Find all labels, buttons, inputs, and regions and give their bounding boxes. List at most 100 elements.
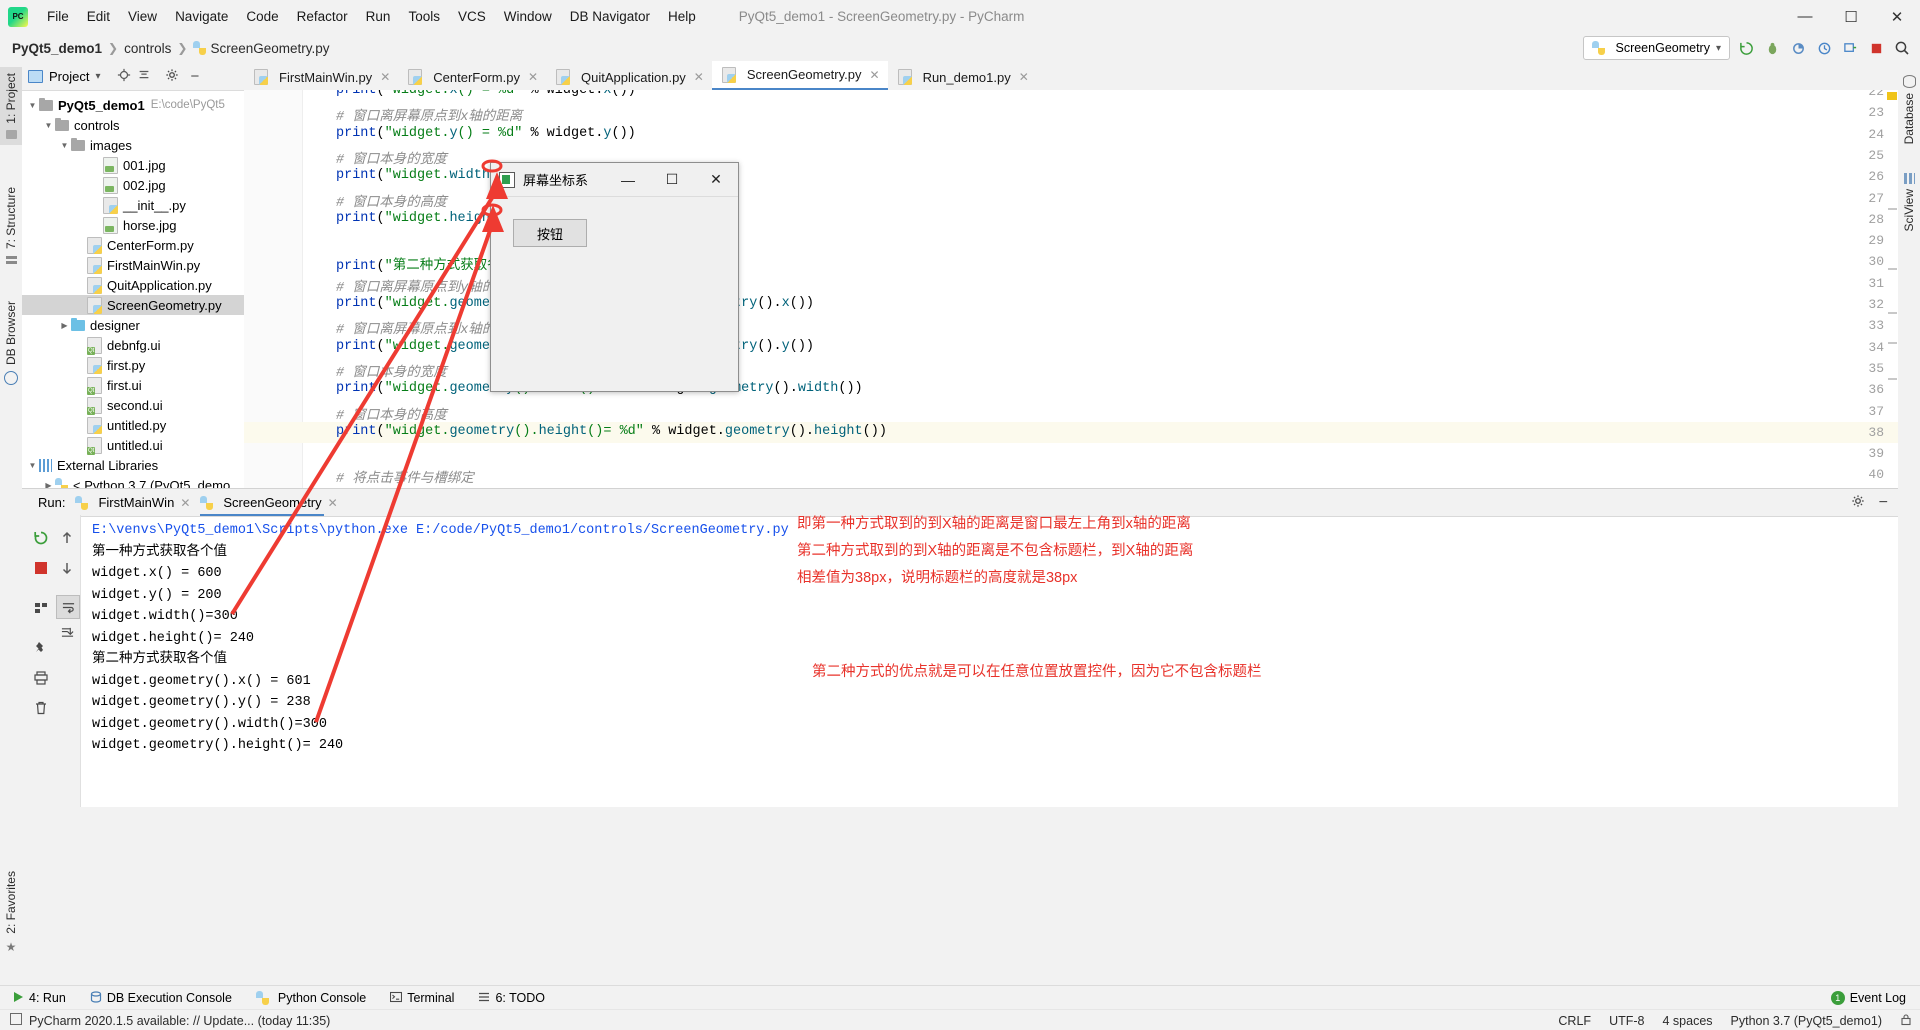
run-tab-firstmainwin[interactable]: FirstMainWin ✕ (75, 490, 190, 516)
encoding-indicator[interactable]: UTF-8 (1609, 1014, 1644, 1028)
bottom-item-db-execution-console[interactable]: DB Execution Console (78, 990, 244, 1006)
menu-item-code[interactable]: Code (237, 6, 287, 27)
interpreter-indicator[interactable]: Python 3.7 (PyQt5_demo1) (1731, 1014, 1882, 1028)
change-marker[interactable] (1888, 208, 1897, 210)
editor-tab-quitapplication-py[interactable]: QuitApplication.py ✕ (546, 64, 712, 90)
gear-icon[interactable] (165, 68, 179, 85)
tree-item-controls[interactable]: ▼ controls (22, 115, 244, 135)
breadcrumb-folder[interactable]: controls (124, 41, 171, 56)
pin-icon[interactable] (30, 637, 52, 659)
line-separator-indicator[interactable]: CRLF (1558, 1014, 1591, 1028)
sidebar-item-db-browser[interactable]: DB Browser (0, 295, 22, 391)
editor-tab-centerform-py[interactable]: CenterForm.py ✕ (398, 64, 547, 90)
tree-item-001-jpg[interactable]: 001.jpg (22, 155, 244, 175)
breadcrumb-project[interactable]: PyQt5_demo1 (12, 41, 102, 56)
run-tab-screengeometry[interactable]: ScreenGeometry ✕ (200, 490, 338, 516)
editor-scroll-markers[interactable] (1886, 90, 1898, 488)
stop-icon[interactable] (30, 557, 52, 579)
tree-item-untitled-ui[interactable]: untitled.ui (22, 435, 244, 455)
change-marker[interactable] (1888, 312, 1897, 314)
tree-item-second-ui[interactable]: second.ui (22, 395, 244, 415)
tree-item-debnfg-ui[interactable]: debnfg.ui (22, 335, 244, 355)
tree-item-centerform-py[interactable]: CenterForm.py (22, 235, 244, 255)
close-button[interactable]: ✕ (1874, 0, 1920, 33)
run-configuration-selector[interactable]: ScreenGeometry ▾ (1583, 36, 1730, 60)
editor-tab-screengeometry-py[interactable]: ScreenGeometry.py ✕ (711, 61, 888, 90)
hide-panel-icon[interactable]: − (1879, 494, 1888, 510)
indent-indicator[interactable]: 4 spaces (1662, 1014, 1712, 1028)
tree-item-images[interactable]: ▼ images (22, 135, 244, 155)
change-marker[interactable] (1888, 342, 1897, 344)
menu-item-navigate[interactable]: Navigate (166, 6, 237, 27)
down-arrow-icon[interactable] (56, 557, 78, 579)
search-everywhere-icon[interactable] (1892, 38, 1912, 58)
qt-maximize-button[interactable]: ☐ (650, 164, 694, 196)
close-icon[interactable]: ✕ (328, 496, 338, 510)
rerun-icon[interactable] (1736, 38, 1756, 58)
chevron-down-icon[interactable]: ▾ (95, 71, 100, 82)
bottom-item-python-console[interactable]: Python Console (244, 991, 378, 1005)
bottom-item-terminal[interactable]: Terminal (378, 991, 466, 1006)
menu-item-file[interactable]: File (38, 6, 78, 27)
tree-item-002-jpg[interactable]: 002.jpg (22, 175, 244, 195)
close-icon[interactable]: ✕ (528, 70, 538, 84)
sidebar-item-favorites[interactable]: 2: Favorites ★ (0, 865, 22, 960)
tree-item-horse-jpg[interactable]: horse.jpg (22, 215, 244, 235)
expand-arrow-icon[interactable]: ▼ (58, 141, 71, 150)
warning-marker[interactable] (1887, 92, 1897, 100)
expand-arrow-icon[interactable]: ▼ (26, 461, 39, 470)
tree-item-designer[interactable]: ▶ designer (22, 315, 244, 335)
collapse-all-icon[interactable] (137, 68, 151, 85)
qt-minimize-button[interactable]: — (606, 164, 650, 196)
debug-icon[interactable] (1762, 38, 1782, 58)
lock-icon[interactable] (1900, 1013, 1912, 1029)
sidebar-item-sciview[interactable]: SciView (1898, 167, 1920, 237)
menu-item-help[interactable]: Help (659, 6, 705, 27)
editor-tab-firstmainwin-py[interactable]: FirstMainWin.py ✕ (244, 64, 399, 90)
tree-item-screengeometry-py[interactable]: ScreenGeometry.py (22, 295, 244, 315)
soft-wrap-icon[interactable] (56, 595, 80, 619)
menu-item-edit[interactable]: Edit (78, 6, 119, 27)
sidebar-item-project[interactable]: 1: Project (0, 67, 22, 145)
expand-arrow-icon[interactable]: ▼ (42, 121, 55, 130)
change-marker[interactable] (1888, 378, 1897, 380)
tree-item-firstmainwin-py[interactable]: FirstMainWin.py (22, 255, 244, 275)
tree-item-pyqt5-demo1[interactable]: ▼ PyQt5_demo1 E:\code\PyQt5 (22, 95, 244, 115)
project-panel-title[interactable]: Project (49, 69, 89, 84)
tree-item-first-py[interactable]: first.py (22, 355, 244, 375)
close-icon[interactable]: ✕ (694, 70, 704, 84)
attach-icon[interactable] (1840, 38, 1860, 58)
menu-item-tools[interactable]: Tools (399, 6, 449, 27)
coverage-icon[interactable] (1788, 38, 1808, 58)
bottom-item-todo[interactable]: 6: TODO (466, 991, 557, 1006)
minimize-button[interactable]: — (1782, 0, 1828, 33)
menu-item-db-navigator[interactable]: DB Navigator (561, 6, 659, 27)
menu-item-run[interactable]: Run (357, 6, 400, 27)
up-arrow-icon[interactable] (56, 527, 78, 549)
tree-item-external-libraries[interactable]: ▼ External Libraries (22, 455, 244, 475)
bottom-item-run[interactable]: 4: Run (0, 991, 78, 1006)
status-message[interactable]: PyCharm 2020.1.5 available: // Update...… (29, 1014, 330, 1028)
sidebar-item-database[interactable]: Database (1898, 69, 1920, 150)
close-icon[interactable]: ✕ (380, 70, 390, 84)
tree-item--init-py[interactable]: __init__.py (22, 195, 244, 215)
change-marker[interactable] (1888, 268, 1897, 270)
tree-item-first-ui[interactable]: first.ui (22, 375, 244, 395)
menu-item-view[interactable]: View (119, 6, 166, 27)
menu-item-refactor[interactable]: Refactor (288, 6, 357, 27)
trash-icon[interactable] (30, 697, 52, 719)
expand-arrow-icon[interactable]: ▶ (58, 321, 71, 330)
print-layout-icon[interactable] (30, 597, 52, 619)
close-icon[interactable]: ✕ (1019, 70, 1029, 84)
hide-panel-icon[interactable]: − (191, 69, 200, 84)
menu-item-vcs[interactable]: VCS (449, 6, 495, 27)
editor-tab-run-demo1-py[interactable]: Run_demo1.py ✕ (887, 64, 1037, 90)
close-icon[interactable]: ✕ (180, 496, 190, 510)
event-log-button[interactable]: 1 Event Log (1830, 991, 1906, 1005)
tree-item-quitapplication-py[interactable]: QuitApplication.py (22, 275, 244, 295)
expand-arrow-icon[interactable]: ▼ (26, 101, 39, 110)
profile-icon[interactable] (1814, 38, 1834, 58)
scroll-to-end-icon[interactable] (56, 621, 78, 643)
qt-push-button[interactable]: 按钮 (513, 219, 587, 247)
locate-file-icon[interactable] (117, 68, 131, 85)
